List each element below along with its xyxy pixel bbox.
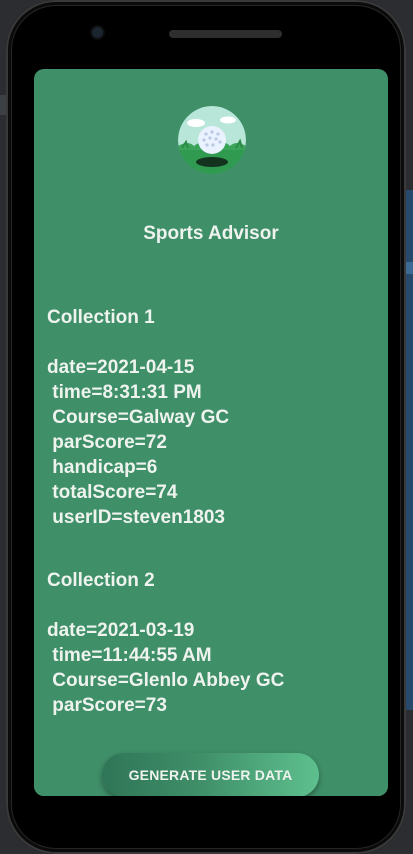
record-field: time=11:44:55 AM [47,645,212,666]
record-field: userID=steven1803 [47,507,225,528]
record-field: Course=Glenlo Abbey GC [47,670,285,691]
record-item: Collection 2 date=2021-03-19 time=11:44:… [47,568,377,718]
app-screen[interactable]: Sports Advisor Collection 1 date=2021-04… [34,69,388,796]
record-title: Collection 1 [47,307,155,328]
record-field: Course=Galway GC [47,407,230,428]
records-list[interactable]: Collection 1 date=2021-04-15 time=8:31:3… [47,305,377,756]
record-field: parScore=73 [47,695,167,716]
phone-frame: Sports Advisor Collection 1 date=2021-04… [6,0,406,854]
app-title: Sports Advisor [143,223,279,244]
record-title: Collection 2 [47,570,155,591]
generate-user-data-button[interactable]: GENERATE USER DATA [102,753,319,796]
front-camera [92,27,103,38]
record-field: date=2021-03-19 [47,620,195,641]
record-field: parScore=72 [47,432,167,453]
golf-ball-on-tee-icon [178,106,246,174]
earpiece-speaker [169,30,282,38]
record-field: date=2021-04-15 [47,357,195,378]
record-field: totalScore=74 [47,482,178,503]
record-item: Collection 1 date=2021-04-15 time=8:31:3… [47,305,377,530]
record-field: handicap=6 [47,457,158,478]
record-field: time=8:31:31 PM [47,382,202,403]
